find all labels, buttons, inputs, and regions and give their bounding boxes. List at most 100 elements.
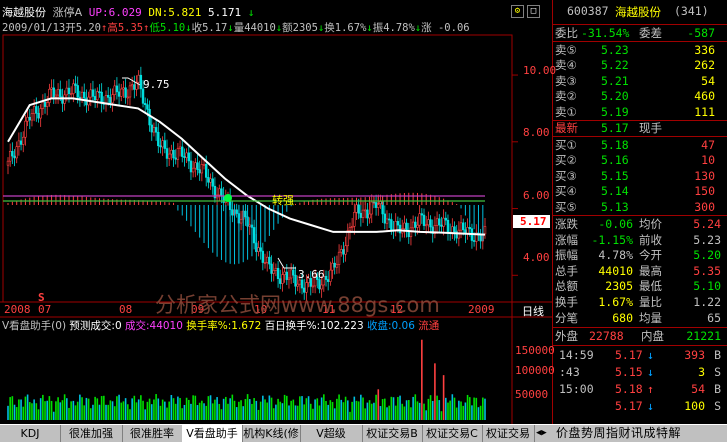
volume-bar <box>89 408 92 420</box>
day-line-label[interactable]: 日线 <box>522 303 544 319</box>
ohlc-info-item: 收5.17 <box>191 22 228 34</box>
candle-body <box>189 160 193 173</box>
stat-label: 涨跌 <box>555 217 578 231</box>
volume-bar <box>462 405 465 420</box>
tab-very-accurate-winrate[interactable]: 很准胜率 <box>122 425 183 442</box>
volume-bar <box>198 402 201 420</box>
window-restore-icon[interactable]: □ <box>527 5 540 18</box>
volume-bar <box>231 394 234 420</box>
settings-icon[interactable]: ⚙ <box>511 5 524 18</box>
volume-bar <box>229 398 231 420</box>
volume-bar <box>375 394 377 420</box>
volume-bar <box>410 407 412 420</box>
latest-label: 最新 <box>555 121 578 135</box>
volume-bar <box>299 396 301 420</box>
candle-body <box>202 163 206 166</box>
volume-bar <box>192 395 194 420</box>
volume-bar <box>364 408 367 420</box>
order-level-label: 买② <box>555 153 577 168</box>
candle-body <box>146 104 149 110</box>
right-panel-tabs[interactable]: 价盘势周指财讯成特解 <box>556 425 681 442</box>
indicator-circ-label: 流通 <box>418 320 440 332</box>
order-price: 5.23 <box>601 43 629 57</box>
kline-chart[interactable] <box>0 0 552 424</box>
order-volume: 300 <box>694 199 715 214</box>
tab-scroll-arrows[interactable]: ◀▶ <box>536 425 550 442</box>
order-level-label: 买① <box>555 138 577 152</box>
candle-body <box>120 88 123 97</box>
volume-bar <box>211 403 214 420</box>
volume-bar <box>266 402 268 420</box>
candle-body <box>446 219 450 233</box>
volume-bar <box>18 399 20 420</box>
volume-bar <box>225 396 227 420</box>
volume-bar <box>172 398 175 420</box>
bid-row[interactable]: 买① 5.18 47 <box>553 138 727 153</box>
volume-bar <box>26 394 29 420</box>
volume-bar <box>270 397 273 420</box>
candle-body <box>194 162 197 169</box>
candle-body <box>459 222 463 231</box>
volume-bar <box>283 394 286 420</box>
order-level-label: 卖① <box>555 104 577 119</box>
volume-bar <box>425 410 427 420</box>
candle-body <box>19 140 23 145</box>
tab-warrant-b[interactable]: 权证交易B <box>362 425 423 442</box>
kline-chart-panel[interactable]: 海越股份 涨停A UP:6.029 DN:5.821 5.171 ↓ ⚙ □ 2… <box>0 0 556 424</box>
candle-body <box>176 148 180 160</box>
stat-row: 振幅 4.78% 今开 5.20 <box>553 248 727 263</box>
volume-bar <box>264 399 266 420</box>
ask-row[interactable]: 卖① 5.19 111 <box>553 105 727 120</box>
volume-bar <box>336 398 338 420</box>
bid-row[interactable]: 买③ 5.15 130 <box>553 169 727 184</box>
volume-bar <box>105 404 107 420</box>
tab-warrant-f[interactable]: 权证交易F <box>482 425 535 442</box>
bid-row[interactable]: 买② 5.16 10 <box>553 153 727 168</box>
volume-bar <box>133 395 136 420</box>
candle-body <box>414 221 417 228</box>
down-arrow: ↓ <box>247 6 255 19</box>
ask-row[interactable]: 卖② 5.20 460 <box>553 89 727 104</box>
quote-stock-name: 海越股份 <box>615 5 661 19</box>
volume-bar <box>207 396 210 420</box>
indicator-close-label: 收盘: <box>366 320 392 332</box>
volume-bar <box>403 406 406 420</box>
tab-institution-kline[interactable]: 机构K线(修 <box>242 425 301 442</box>
ask-row[interactable]: 卖③ 5.21 54 <box>553 74 727 89</box>
tab-kdj[interactable]: KDJ <box>0 425 61 442</box>
volume-bar <box>137 399 140 420</box>
volume-bar <box>381 399 384 420</box>
volume-bar <box>351 401 353 420</box>
candle-body <box>74 83 77 86</box>
candle-body <box>326 279 330 282</box>
ask-row[interactable]: 卖⑤ 5.23 336 <box>553 43 727 58</box>
candle-body <box>429 219 432 228</box>
candle-body <box>187 152 190 162</box>
bid-row[interactable]: 买⑤ 5.13 300 <box>553 200 727 215</box>
volume-bar <box>187 399 190 420</box>
volume-bar <box>33 399 35 420</box>
volume-bar <box>35 403 38 420</box>
ask-row[interactable]: 卖④ 5.22 262 <box>553 58 727 73</box>
tab-warrant-c[interactable]: 权证交易C <box>422 425 483 442</box>
order-price: 5.22 <box>601 58 629 73</box>
tab-super-macd[interactable]: V超级MACD <box>300 425 363 442</box>
tab-v-assistant[interactable]: V看盘助手 <box>182 425 243 442</box>
ohlc-info-item: 量44010 <box>233 22 276 34</box>
candle-body <box>285 271 288 280</box>
volume-bar <box>61 400 64 420</box>
candle-body <box>368 213 371 219</box>
order-volume: 10 <box>701 153 715 168</box>
tab-very-accurate-enhanced[interactable]: 很准加强 <box>60 425 123 442</box>
volume-bar <box>155 394 157 420</box>
volume-bar <box>262 395 264 420</box>
volume-bar <box>107 404 109 420</box>
volume-bar <box>92 404 94 420</box>
volume-bar <box>438 400 441 420</box>
candle-body <box>265 256 269 263</box>
indicator-vol-label: 成交: <box>124 320 150 332</box>
tick-row: 14:59 5.17 ↓ 393 B <box>553 348 727 363</box>
bid-row[interactable]: 买④ 5.14 150 <box>553 184 727 199</box>
volume-bar <box>135 402 138 420</box>
volume-bar <box>111 401 114 420</box>
